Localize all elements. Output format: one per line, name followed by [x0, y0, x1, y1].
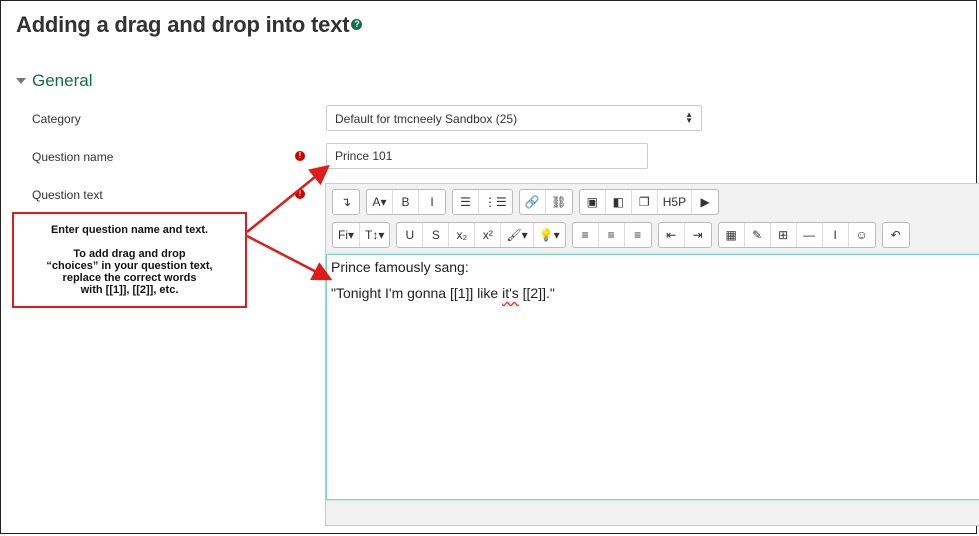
callout-line: “choices” in your question text,: [46, 260, 213, 272]
page-title-text: Adding a drag and drop into text: [16, 12, 350, 37]
indent-button[interactable]: ⇥: [685, 223, 711, 247]
question-text-label: Question text: [32, 188, 103, 202]
editor-text: [[2]].": [518, 285, 555, 301]
edit-html-button[interactable]: ✎: [745, 223, 771, 247]
numbered-list-button[interactable]: ⋮☰: [479, 190, 512, 214]
toolbar-group: ⇤ ⇥: [657, 222, 712, 248]
outdent-button[interactable]: ⇤: [659, 223, 685, 247]
select-arrows-icon: ▲ ▼: [685, 110, 693, 125]
chevron-down-icon: [16, 78, 26, 84]
section-title: General: [32, 71, 93, 90]
undo-button[interactable]: ↶: [883, 223, 909, 247]
required-icon: !: [295, 151, 305, 161]
category-select[interactable]: Default for tmcneely Sandbox (25) ▲ ▼: [326, 105, 702, 131]
align-left-button[interactable]: ≡: [573, 223, 599, 247]
image-button[interactable]: ▣: [580, 190, 606, 214]
toolbar-group: Fi▾ T↕▾: [332, 222, 391, 248]
toolbar-group: ↶: [881, 222, 910, 248]
category-selected-value: Default for tmcneely Sandbox (25): [335, 112, 518, 126]
callout-line: To add drag and drop: [73, 248, 186, 260]
align-right-button[interactable]: ≡: [625, 223, 651, 247]
emoticon-button[interactable]: ☺: [849, 223, 875, 247]
bold-button[interactable]: B: [393, 190, 419, 214]
required-icon: !: [295, 189, 305, 199]
background-color-button[interactable]: 🖌▾: [501, 223, 534, 247]
question-name-input[interactable]: [326, 143, 648, 169]
table-button[interactable]: ⊞: [771, 223, 797, 247]
cursor-button[interactable]: I: [823, 223, 849, 247]
question-text-editor: ↴ A▾ B I ☰ ⋮☰ 🔗 ⛓ ▣ ◧ ❐ H5P ▶ Fi▾ T↕▾ U Sx₂ x² 🖌▾ 💡▾ ≡ ≡ ≡ ⇤ ⇥ ▦…: [325, 183, 979, 526]
underline-button[interactable]: U: [397, 223, 424, 247]
italic-button[interactable]: I: [419, 190, 445, 214]
toolbar-group: ▦ ✎ ⊞ — I ☺: [717, 222, 876, 248]
toolbar-group: ☰ ⋮☰: [452, 189, 513, 215]
callout-line: Enter question name and text.: [50, 224, 209, 236]
callout-line: with [[1]], [[2]], etc.: [80, 284, 179, 296]
media-button[interactable]: ◧: [606, 190, 632, 214]
subscript-button[interactable]: x₂: [449, 223, 476, 247]
spellcheck-word: it's: [502, 285, 519, 301]
editor-line-2: "Tonight I'm gonna [[1]] like it's [[2]]…: [331, 285, 979, 301]
help-icon[interactable]: ?: [351, 18, 363, 30]
link-button[interactable]: 🔗: [520, 190, 546, 214]
page-title: Adding a drag and drop into text?: [16, 12, 363, 38]
question-name-label: Question name: [32, 150, 114, 164]
toolbar-group: ↴: [332, 189, 360, 215]
unlink-button[interactable]: ⛓: [546, 190, 572, 214]
toolbar-group: ≡ ≡ ≡: [571, 222, 652, 248]
manage-files-button[interactable]: ❐: [632, 190, 658, 214]
category-label: Category: [32, 112, 81, 126]
editor-text: "Tonight I'm gonna [[1]] like: [331, 285, 503, 301]
toolbar-group: A▾ B I: [366, 189, 446, 215]
align-center-button[interactable]: ≡: [599, 223, 625, 247]
horizontal-rule-button[interactable]: —: [797, 223, 823, 247]
h5p-button[interactable]: H5P: [658, 190, 693, 214]
equation-button[interactable]: ▦: [719, 223, 745, 247]
section-general-toggle[interactable]: General: [16, 71, 92, 91]
toolbar-row-1: ↴ A▾ B I ☰ ⋮☰ 🔗 ⛓ ▣ ◧ ❐ H5P ▶: [332, 189, 725, 215]
bullet-list-button[interactable]: ☰: [453, 190, 479, 214]
superscript-button[interactable]: x²: [475, 223, 502, 247]
toolbar-row-2: Fi▾ T↕▾ U Sx₂ x² 🖌▾ 💡▾ ≡ ≡ ≡ ⇤ ⇥ ▦ ✎ ⊞ — I ☺ ↶: [332, 222, 916, 248]
annotation-callout: Enter question name and text. To add dra…: [12, 212, 247, 308]
strikethrough-button[interactable]: S: [423, 223, 450, 247]
editor-line-1: Prince famously sang:: [331, 259, 469, 275]
highlight-button[interactable]: 💡▾: [534, 223, 565, 247]
font-size-select[interactable]: T↕▾: [360, 223, 389, 247]
callout-line: replace the correct words: [62, 272, 197, 284]
font-family-select[interactable]: Fi▾: [333, 223, 361, 247]
editor-content-area[interactable]: Prince famously sang: "Tonight I'm gonna…: [326, 254, 979, 500]
toolbar-group: 🔗 ⛓: [518, 189, 573, 215]
record-video-button[interactable]: ▶: [692, 190, 718, 214]
toolbar-group: U Sx₂ x² 🖌▾ 💡▾: [396, 222, 566, 248]
font-color-button[interactable]: A▾: [367, 190, 393, 214]
toolbar-toggle-button[interactable]: ↴: [333, 190, 359, 214]
toolbar-group: ▣ ◧ ❐ H5P ▶: [578, 189, 720, 215]
